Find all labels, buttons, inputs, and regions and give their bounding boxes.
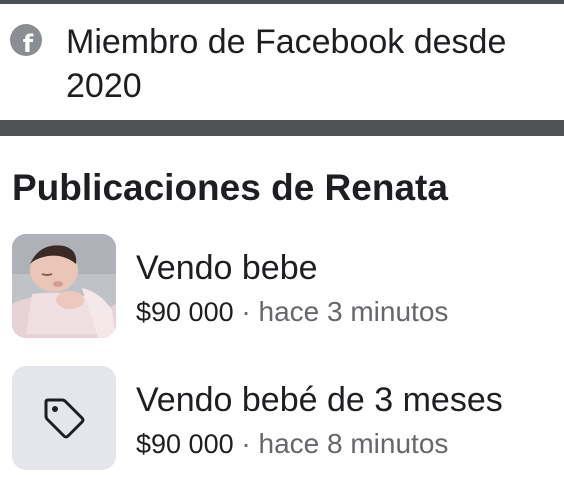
baby-photo: [12, 234, 116, 338]
member-since-row: f Miembro de Facebook desde 2020: [0, 4, 564, 120]
post-thumbnail-photo[interactable]: [12, 234, 116, 338]
section-divider: [0, 120, 564, 136]
post-item[interactable]: Vendo bebe $90 000 · hace 3 minutos: [0, 234, 564, 346]
profile-marketplace-panel: f Miembro de Facebook desde 2020 Publica…: [0, 0, 564, 480]
meta-separator: ·: [241, 296, 251, 327]
meta-separator: ·: [241, 428, 251, 459]
facebook-icon: f: [10, 24, 42, 56]
post-time: hace 8 minutos: [258, 428, 449, 459]
post-time: hace 3 minutos: [258, 296, 449, 327]
member-since-text: Miembro de Facebook desde 2020: [66, 23, 507, 105]
post-item[interactable]: Vendo bebé de 3 meses $90 000 · hace 8 m…: [0, 366, 564, 478]
post-title[interactable]: Vendo bebe: [136, 246, 318, 290]
post-meta: $90 000 · hace 3 minutos: [136, 294, 448, 330]
posts-section-title: Publicaciones de Renata: [12, 167, 448, 208]
price-tag-icon: [44, 398, 85, 439]
post-thumbnail-tag[interactable]: [12, 366, 116, 470]
post-meta: $90 000 · hace 8 minutos: [136, 426, 448, 462]
post-price: $90 000: [136, 297, 234, 327]
post-price: $90 000: [136, 429, 234, 459]
post-title[interactable]: Vendo bebé de 3 meses: [136, 378, 503, 422]
